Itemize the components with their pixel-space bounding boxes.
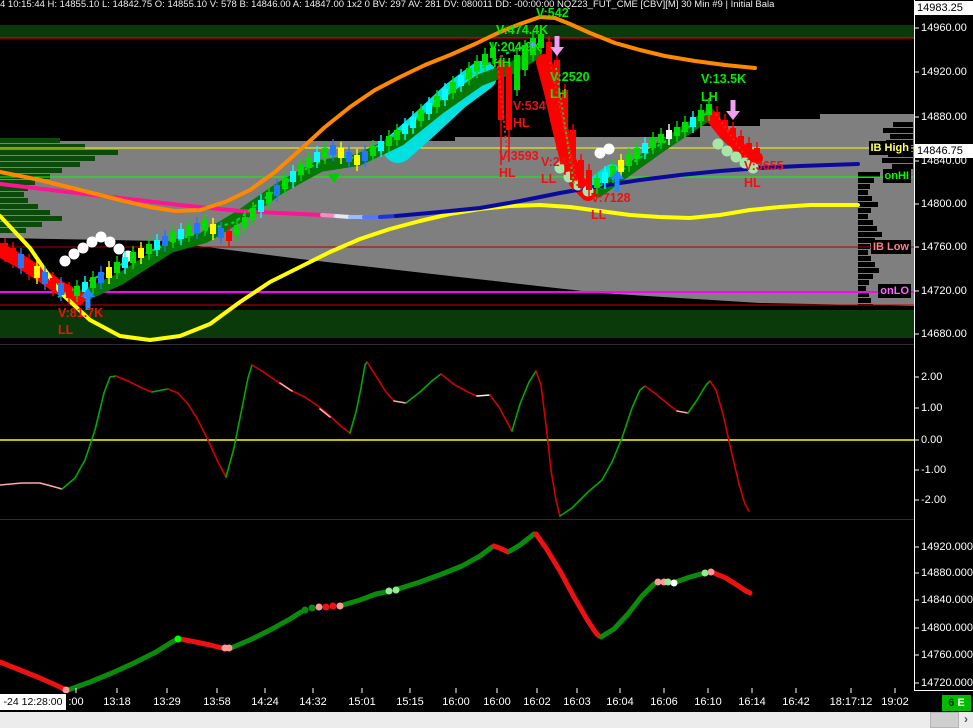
study-level-label: IB Low xyxy=(870,240,911,254)
price-tick-label: 14800.00 xyxy=(921,198,967,210)
time-tick-label: 13:29 xyxy=(153,696,181,708)
price-tick-label: 14720.000 xyxy=(921,677,973,689)
chart-annotation: V:2520 xyxy=(550,70,590,84)
chart-annotation: LL xyxy=(541,172,557,186)
price-tick-label: 14960.00 xyxy=(921,22,967,34)
axis-corner-line xyxy=(914,690,973,691)
chart-annotation: HL xyxy=(744,176,761,190)
badge-number: 6 xyxy=(948,697,955,709)
chart-annotation: LL xyxy=(591,208,607,222)
time-tick-label: 13:58 xyxy=(203,696,231,708)
price-tick-label: 14800.000 xyxy=(921,622,973,634)
chart-annotation: HL xyxy=(499,166,516,180)
price-tick-label: 14840.000 xyxy=(921,594,973,606)
price-tick-label: 14880.000 xyxy=(921,567,973,579)
time-tick-label: 16:06 xyxy=(650,696,678,708)
time-tick-label: 14:24 xyxy=(251,696,279,708)
price-tick-label: 14920.00 xyxy=(921,66,967,78)
osc-tick-label: 1.00 xyxy=(921,402,943,414)
chart-annotation: HL xyxy=(513,116,530,130)
time-tick-label: 16:02 xyxy=(523,696,551,708)
chart-annotation: V:3655 xyxy=(744,159,784,173)
price-tick-label: 14760.000 xyxy=(921,649,973,661)
time-tick-label: 15:01 xyxy=(348,696,376,708)
time-tick-label: 16:10 xyxy=(694,696,722,708)
time-tick-label: :00 xyxy=(68,696,84,708)
time-tick-label: 16:00 xyxy=(442,696,470,708)
chart-annotation: + xyxy=(529,38,537,52)
time-tick-label: 16:04 xyxy=(606,696,634,708)
chart-annotation: LH xyxy=(701,90,718,104)
study-level-label: onLO xyxy=(878,284,911,298)
osc-tick-label: -2.00 xyxy=(921,494,947,506)
price-tick-label: 14760.00 xyxy=(921,241,967,253)
chart-annotation: V:474.4K xyxy=(496,23,549,37)
time-tick-label: 16:42 xyxy=(782,696,810,708)
chart-annotation: LL xyxy=(58,323,74,337)
last-price-box: 14983.25 xyxy=(915,1,973,15)
price-tick-label: 14880.00 xyxy=(921,111,967,123)
down-arrow-marker xyxy=(550,36,564,56)
chart-canvas[interactable] xyxy=(0,0,973,728)
chart-annotation: V:542 xyxy=(536,6,569,20)
scrollbar-thumb[interactable] xyxy=(930,712,959,728)
chart-annotation: V:81.7K xyxy=(58,306,104,320)
chart-annotation: V:13.5K xyxy=(701,72,747,86)
time-tick-label: 13:18 xyxy=(103,696,131,708)
horizontal-scrollbar[interactable]: › xyxy=(0,712,973,728)
price-tick-label: 14720.00 xyxy=(921,285,967,297)
chart-annotation: V:534 xyxy=(513,99,546,113)
chart-annotation: V:3593 xyxy=(499,149,539,163)
time-tick-label: 19:02 xyxy=(881,696,909,708)
chart-annotation: V:244 xyxy=(541,155,574,169)
osc-tick-label: 2.00 xyxy=(921,371,943,383)
chart-annotation: HH xyxy=(493,56,512,70)
time-tick-label: 16:00 xyxy=(483,696,511,708)
down-arrow-marker xyxy=(726,100,740,120)
osc-tick-label: -1.00 xyxy=(921,464,947,476)
price-tick-label: 14680.00 xyxy=(921,328,967,340)
scroll-right-button[interactable]: › xyxy=(959,712,973,728)
osc-tick-label: 0.00 xyxy=(921,434,943,446)
trading-app-window: 4 10:15:44 H: 14855.10 L: 14842.75 O: 14… xyxy=(0,0,973,728)
chart-number-badge: 6 E xyxy=(942,695,971,711)
chart-annotation: V:7128 xyxy=(591,191,631,205)
study-level-label: IB High xyxy=(868,141,911,155)
study-level-label: onHI xyxy=(882,169,911,183)
time-cursor-box: -24 12:28:00 xyxy=(0,694,66,710)
time-tick-label: 16:03 xyxy=(563,696,591,708)
current-price-box: 14846.75 xyxy=(915,144,973,158)
price-tick-label: 14920.000 xyxy=(921,541,973,553)
chart-annotation: LH xyxy=(550,87,567,101)
time-tick-label: 16:14 xyxy=(738,696,766,708)
badge-letter: E xyxy=(957,697,965,709)
time-tick-label: 14:32 xyxy=(299,696,327,708)
time-tick-label: 18:17:12 xyxy=(829,696,873,708)
time-tick-label: 15:15 xyxy=(396,696,424,708)
price-axis-separator xyxy=(914,0,915,690)
